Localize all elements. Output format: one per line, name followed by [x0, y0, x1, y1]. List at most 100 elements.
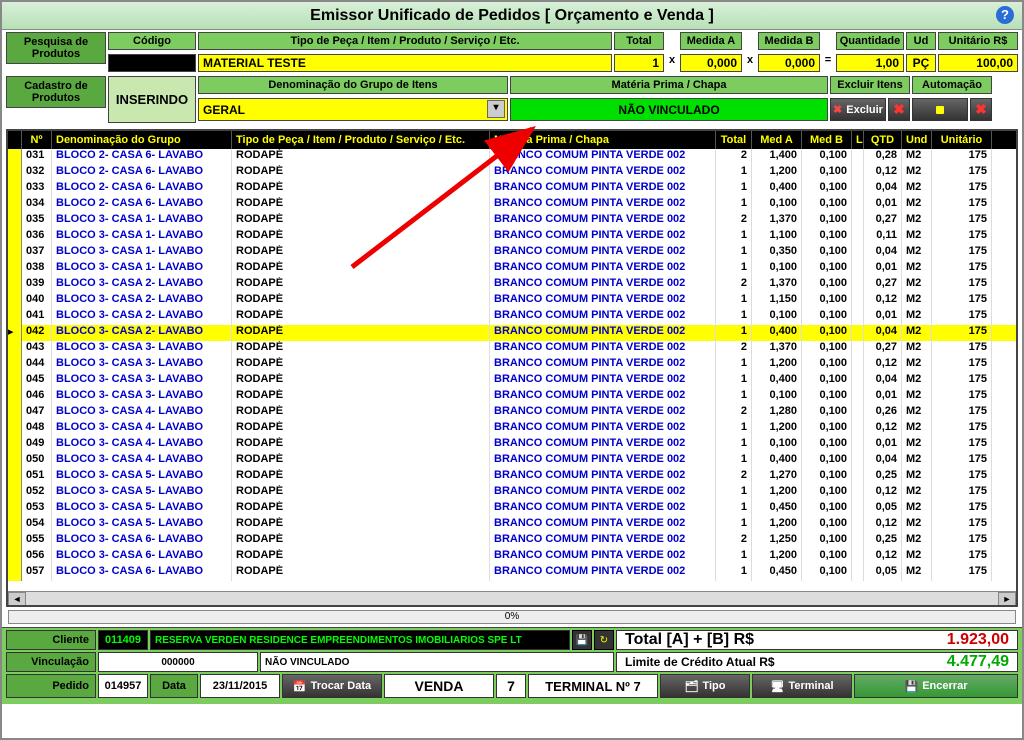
help-icon[interactable]: ?	[996, 6, 1014, 24]
table-row[interactable]: 046BLOCO 3- CASA 3- LAVABORODAPÉBRANCO C…	[8, 389, 1016, 405]
card-icon: 🗂	[685, 680, 699, 693]
col-tipo[interactable]: Tipo de Peça / Item / Produto / Serviço …	[232, 131, 490, 149]
mult2: x	[744, 54, 756, 72]
refresh-icon[interactable]: ↻	[594, 630, 614, 650]
table-row[interactable]: 041BLOCO 3- CASA 2- LAVABORODAPÉBRANCO C…	[8, 309, 1016, 325]
table-row[interactable]: 032BLOCO 2- CASA 6- LAVABORODAPÉBRANCO C…	[8, 165, 1016, 181]
limite-label: Limite de Crédito Atual R$	[625, 655, 947, 669]
venda-label: VENDA	[384, 674, 494, 698]
table-row[interactable]: 045BLOCO 3- CASA 3- LAVABORODAPÉBRANCO C…	[8, 373, 1016, 389]
table-row[interactable]: 034BLOCO 2- CASA 6- LAVABORODAPÉBRANCO C…	[8, 197, 1016, 213]
terminal-btn-label: Terminal	[788, 680, 833, 692]
table-row[interactable]: 031BLOCO 2- CASA 6- LAVABORODAPÉBRANCO C…	[8, 149, 1016, 165]
table-row[interactable]: 048BLOCO 3- CASA 4- LAVABORODAPÉBRANCO C…	[8, 421, 1016, 437]
table-row[interactable]: 049BLOCO 3- CASA 4- LAVABORODAPÉBRANCO C…	[8, 437, 1016, 453]
pedido-label: Pedido	[6, 674, 96, 698]
grupo-select[interactable]: GERAL	[198, 98, 508, 121]
vinc-label: Vinculação	[6, 652, 96, 672]
materia-header: Matéria Prima / Chapa	[510, 76, 828, 94]
col-meda[interactable]: Med A	[752, 131, 802, 149]
medb-header: Medida B	[758, 32, 820, 50]
delete-x1-button[interactable]: ✖	[888, 98, 910, 121]
inserindo-label: INSERINDO	[108, 76, 196, 123]
excluir-header: Excluir Itens	[830, 76, 910, 94]
medb-input[interactable]: 0,000	[758, 54, 820, 72]
terminal-label: TERMINAL Nº 7	[528, 674, 658, 698]
total-input[interactable]: 1	[614, 54, 664, 72]
denom-header: Denominação do Grupo de Itens	[198, 76, 508, 94]
qtd-input[interactable]: 1,00	[836, 54, 904, 72]
vinc-text: NÃO VINCULADO	[260, 652, 614, 672]
data-value: 23/11/2015	[200, 674, 280, 698]
col-unit[interactable]: Unitário	[932, 131, 992, 149]
save-icon[interactable]: 💾	[572, 630, 592, 650]
material-input[interactable]: MATERIAL TESTE	[198, 54, 612, 72]
col-medb[interactable]: Med B	[802, 131, 852, 149]
tipo-label: Tipo	[702, 680, 725, 692]
table-row[interactable]: 050BLOCO 3- CASA 4- LAVABORODAPÉBRANCO C…	[8, 453, 1016, 469]
table-row[interactable]: 057BLOCO 3- CASA 6- LAVABORODAPÉBRANCO C…	[8, 565, 1016, 581]
table-row[interactable]: 044BLOCO 3- CASA 3- LAVABORODAPÉBRANCO C…	[8, 357, 1016, 373]
col-grupo[interactable]: Denominação do Grupo	[52, 131, 232, 149]
items-grid[interactable]: Nº Denominação do Grupo Tipo de Peça / I…	[6, 129, 1018, 607]
encerrar-button[interactable]: 💾Encerrar	[854, 674, 1018, 698]
ud-header: Ud	[906, 32, 936, 50]
table-row[interactable]: 038BLOCO 3- CASA 1- LAVABORODAPÉBRANCO C…	[8, 261, 1016, 277]
tipo-button[interactable]: 🗂Tipo	[660, 674, 750, 698]
col-total[interactable]: Total	[716, 131, 752, 149]
limite-value: 4.477,49	[947, 653, 1009, 671]
monitor-icon: 🖥	[771, 680, 785, 693]
table-row[interactable]: ▸042BLOCO 3- CASA 2- LAVABORODAPÉBRANCO …	[8, 325, 1016, 341]
col-l[interactable]: L	[852, 131, 864, 149]
cliente-code[interactable]: 011409	[98, 630, 148, 650]
table-row[interactable]: 036BLOCO 3- CASA 1- LAVABORODAPÉBRANCO C…	[8, 229, 1016, 245]
col-qtd[interactable]: QTD	[864, 131, 902, 149]
col-materia[interactable]: Matéria Prima / Chapa	[490, 131, 716, 149]
vinculo-status[interactable]: NÃO VINCULADO	[510, 98, 828, 121]
table-row[interactable]: 052BLOCO 3- CASA 5- LAVABORODAPÉBRANCO C…	[8, 485, 1016, 501]
col-und[interactable]: Und	[902, 131, 932, 149]
horizontal-scrollbar[interactable]	[8, 591, 1016, 607]
total-header: Total	[614, 32, 664, 50]
window-title: Emissor Unificado de Pedidos [ Orçamento…	[2, 2, 1022, 30]
terminal-button[interactable]: 🖥Terminal	[752, 674, 852, 698]
trocar-label: Trocar Data	[311, 680, 372, 692]
excluir-button[interactable]: ✖Excluir	[830, 98, 886, 121]
table-row[interactable]: 056BLOCO 3- CASA 6- LAVABORODAPÉBRANCO C…	[8, 549, 1016, 565]
cliente-name: RESERVA VERDEN RESIDENCE EMPREENDIMENTOS…	[150, 630, 570, 650]
title-text: Emissor Unificado de Pedidos [ Orçamento…	[310, 7, 714, 25]
vinc-code[interactable]: 000000	[98, 652, 258, 672]
venda-no: 7	[496, 674, 526, 698]
pedido-value: 014957	[98, 674, 148, 698]
meda-header: Medida A	[680, 32, 742, 50]
cliente-label: Cliente	[6, 630, 96, 650]
table-row[interactable]: 037BLOCO 3- CASA 1- LAVABORODAPÉBRANCO C…	[8, 245, 1016, 261]
trocar-data-button[interactable]: 📅Trocar Data	[282, 674, 382, 698]
progress-bar: 0%	[8, 610, 1016, 624]
table-row[interactable]: 053BLOCO 3- CASA 5- LAVABORODAPÉBRANCO C…	[8, 501, 1016, 517]
qtd-header: Quantidade	[836, 32, 904, 50]
codigo-input[interactable]	[108, 54, 196, 72]
tipo-header: Tipo de Peça / Item / Produto / Serviço …	[198, 32, 612, 50]
equals: =	[822, 54, 834, 72]
unit-input[interactable]: 100,00	[938, 54, 1018, 72]
delete-x2-button[interactable]: ✖	[970, 98, 992, 121]
encerrar-label: Encerrar	[922, 680, 967, 692]
ud-input[interactable]: PÇ	[906, 54, 936, 72]
mult1: x	[666, 54, 678, 72]
table-row[interactable]: 055BLOCO 3- CASA 6- LAVABORODAPÉBRANCO C…	[8, 533, 1016, 549]
table-row[interactable]: 051BLOCO 3- CASA 5- LAVABORODAPÉBRANCO C…	[8, 469, 1016, 485]
codigo-header: Código	[108, 32, 196, 50]
table-row[interactable]: 054BLOCO 3- CASA 5- LAVABORODAPÉBRANCO C…	[8, 517, 1016, 533]
table-row[interactable]: 033BLOCO 2- CASA 6- LAVABORODAPÉBRANCO C…	[8, 181, 1016, 197]
table-row[interactable]: 047BLOCO 3- CASA 4- LAVABORODAPÉBRANCO C…	[8, 405, 1016, 421]
bolt-icon	[936, 106, 944, 114]
table-row[interactable]: 039BLOCO 3- CASA 2- LAVABORODAPÉBRANCO C…	[8, 277, 1016, 293]
automacao-button[interactable]	[912, 98, 968, 121]
meda-input[interactable]: 0,000	[680, 54, 742, 72]
table-row[interactable]: 043BLOCO 3- CASA 3- LAVABORODAPÉBRANCO C…	[8, 341, 1016, 357]
table-row[interactable]: 035BLOCO 3- CASA 1- LAVABORODAPÉBRANCO C…	[8, 213, 1016, 229]
col-no[interactable]: Nº	[22, 131, 52, 149]
disk-icon: 💾	[905, 680, 919, 693]
table-row[interactable]: 040BLOCO 3- CASA 2- LAVABORODAPÉBRANCO C…	[8, 293, 1016, 309]
